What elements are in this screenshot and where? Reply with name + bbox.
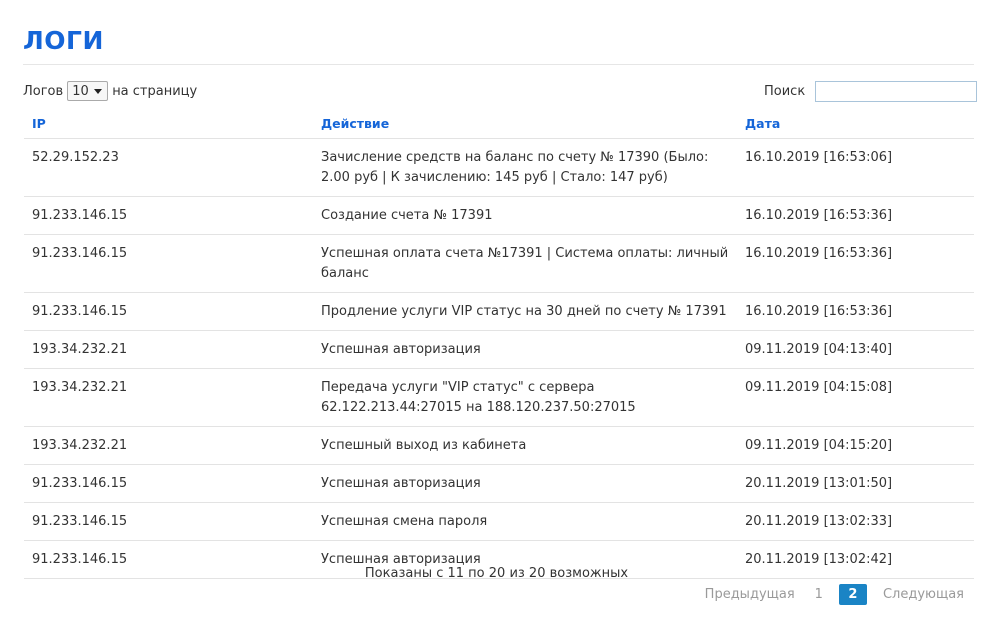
table-row: 193.34.232.21 Передача услуги "VIP стату…	[24, 368, 974, 427]
page-length-value: 10	[72, 83, 89, 99]
cell-date: 16.10.2019 [16:53:36]	[737, 196, 974, 235]
pagination-page-1[interactable]: 1	[805, 584, 833, 605]
column-header-date[interactable]: Дата	[737, 109, 974, 139]
table-row: 193.34.232.21 Успешная авторизация 09.11…	[24, 330, 974, 369]
title-divider	[23, 64, 974, 65]
search-input[interactable]	[815, 81, 978, 102]
cell-action: Создание счета № 17391	[313, 196, 737, 235]
cell-ip: 52.29.152.23	[24, 138, 313, 197]
cell-action: Зачисление средств на баланс по счету № …	[313, 138, 737, 197]
table-row: 52.29.152.23 Зачисление средств на балан…	[24, 138, 974, 197]
cell-ip: 193.34.232.21	[24, 426, 313, 465]
column-header-action[interactable]: Действие	[313, 109, 737, 139]
cell-date: 09.11.2019 [04:13:40]	[737, 330, 974, 369]
cell-date: 09.11.2019 [04:15:08]	[737, 368, 974, 427]
cell-date: 16.10.2019 [16:53:36]	[737, 234, 974, 293]
cell-action: Успешная смена пароля	[313, 502, 737, 541]
search-label: Поиск	[764, 84, 806, 99]
pagination-next[interactable]: Следующая	[873, 584, 974, 605]
cell-date: 16.10.2019 [16:53:06]	[737, 138, 974, 197]
cell-ip: 91.233.146.15	[24, 196, 313, 235]
cell-date: 09.11.2019 [04:15:20]	[737, 426, 974, 465]
length-menu: Логов 10 на страницу	[23, 81, 197, 101]
page-title: ЛОГИ	[23, 26, 104, 55]
cell-action: Успешный выход из кабинета	[313, 426, 737, 465]
logs-table: IP Действие Дата 52.29.152.23 Зачисление…	[24, 109, 974, 579]
chevron-down-icon	[94, 88, 103, 94]
cell-action: Передача услуги "VIP статус" с сервера 6…	[313, 368, 737, 427]
cell-ip: 91.233.146.15	[24, 464, 313, 503]
cell-action: Продление услуги VIP статус на 30 дней п…	[313, 292, 737, 331]
pagination-previous[interactable]: Предыдущая	[695, 584, 805, 605]
table-row: 193.34.232.21 Успешный выход из кабинета…	[24, 426, 974, 465]
table-row: 91.233.146.15 Продление услуги VIP стату…	[24, 292, 974, 331]
cell-ip: 91.233.146.15	[24, 234, 313, 293]
cell-ip: 193.34.232.21	[24, 330, 313, 369]
cell-ip: 91.233.146.15	[24, 292, 313, 331]
page-length-select[interactable]: 10	[67, 81, 109, 101]
cell-date: 16.10.2019 [16:53:36]	[737, 292, 974, 331]
search-filter: Поиск	[764, 81, 978, 102]
length-menu-prefix: Логов	[23, 83, 64, 99]
length-menu-suffix: на страницу	[112, 83, 198, 99]
table-row: 91.233.146.15 Успешная смена пароля 20.1…	[24, 502, 974, 541]
pagination: Предыдущая 1 2 Следующая	[695, 584, 974, 605]
column-header-ip[interactable]: IP	[24, 109, 313, 139]
table-info: Показаны с 11 по 20 из 20 возможных	[364, 566, 629, 581]
cell-date: 20.11.2019 [13:02:33]	[737, 502, 974, 541]
pagination-page-current[interactable]: 2	[838, 584, 867, 605]
cell-action: Успешная оплата счета №17391 | Система о…	[313, 234, 737, 293]
table-header-row: IP Действие Дата	[24, 109, 974, 139]
cell-action: Успешная авторизация	[313, 330, 737, 369]
table-row: 91.233.146.15 Создание счета № 17391 16.…	[24, 196, 974, 235]
cell-action: Успешная авторизация	[313, 464, 737, 503]
cell-date: 20.11.2019 [13:01:50]	[737, 464, 974, 503]
cell-ip: 193.34.232.21	[24, 368, 313, 427]
table-row: 91.233.146.15 Успешная авторизация 20.11…	[24, 464, 974, 503]
table-row: 91.233.146.15 Успешная оплата счета №173…	[24, 234, 974, 293]
cell-ip: 91.233.146.15	[24, 502, 313, 541]
